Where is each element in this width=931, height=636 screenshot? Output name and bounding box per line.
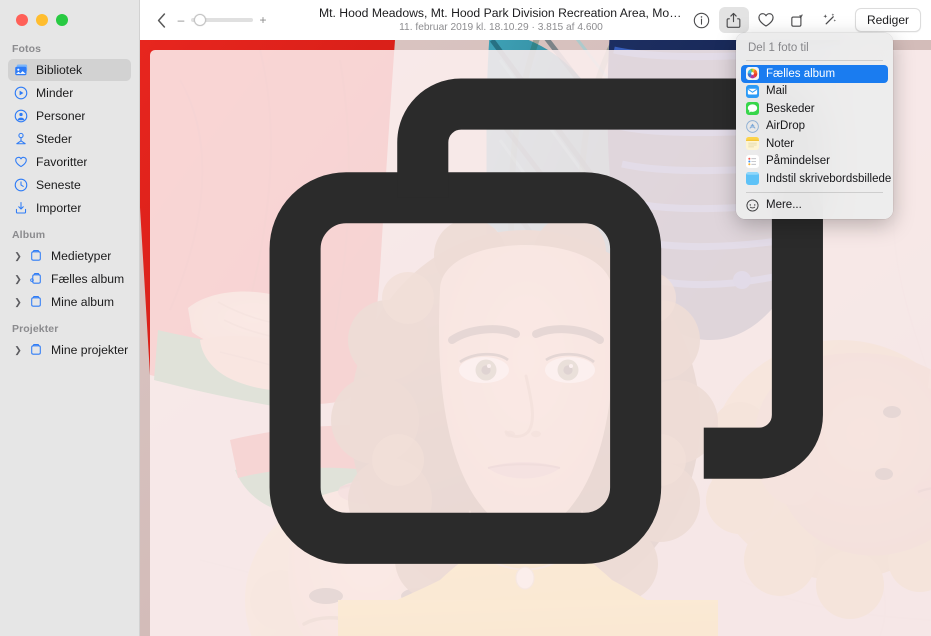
popover-divider-top [746,60,883,61]
sidebar-item-label: Seneste [36,178,81,192]
favorite-button[interactable] [751,7,781,33]
share-popover-title: Del 1 foto til [736,37,893,60]
sidebar-item-label: Fælles album [51,272,124,286]
share-item-label: AirDrop [766,120,805,132]
share-item-more[interactable]: Mere... [741,197,888,215]
toolbar-center: Mt. Hood Meadows, Mt. Hood Park Division… [315,6,687,35]
album-icon [28,248,44,264]
zoom-slider-knob[interactable] [194,14,206,26]
sidebar-item-label: Medietyper [51,249,111,263]
clock-icon [13,177,29,193]
zoom-in-button[interactable]: + [259,13,267,27]
sidebar-item-label: Mine album [51,295,114,309]
sidebar-item-faelles-album[interactable]: ❯ Fælles album [8,268,131,290]
photos-app-icon [746,67,759,80]
sidebar: Fotos Bibliotek Minder Personer Steder F… [0,0,140,636]
sidebar-item-favoritter[interactable]: Favoritter [8,151,131,173]
edit-button[interactable]: Rediger [855,8,921,32]
sidebar-item-medietyper[interactable]: ❯ Medietyper [8,245,131,267]
share-item-label: Mail [766,85,787,97]
chevron-right-icon[interactable]: ❯ [13,251,23,262]
chevron-right-icon[interactable]: ❯ [13,345,23,356]
minimize-button[interactable] [36,14,48,26]
sidebar-item-label: Bibliotek [36,63,82,77]
window-controls [0,0,139,34]
share-item-airdrop[interactable]: AirDrop [741,118,888,136]
chevron-right-icon[interactable]: ❯ [13,274,23,285]
rotate-icon [789,12,806,29]
sidebar-item-importer[interactable]: Importer [8,197,131,219]
notes-app-icon [746,137,759,150]
share-item-noter[interactable]: Noter [741,135,888,153]
sidebar-item-label: Steder [36,132,72,146]
sidebar-section-fotos-title: Fotos [0,34,139,59]
mail-app-icon [746,85,759,98]
share-popover: Del 1 foto til Fælles album Mail Beskede… [736,33,893,219]
places-pin-icon [13,131,29,147]
chevron-left-icon [157,13,166,28]
sidebar-item-label: Importer [36,201,81,215]
sidebar-item-seneste[interactable]: Seneste [8,174,131,196]
share-item-label: Indstil skrivebordsbillede [766,173,891,185]
share-item-label: Påmindelser [766,155,830,167]
reminders-app-icon [746,155,759,168]
magic-wand-icon [821,11,839,29]
shared-album-icon [28,271,44,287]
sidebar-item-steder[interactable]: Steder [8,128,131,150]
share-item-label: Fælles album [766,68,835,80]
share-item-indstil-skrivebordsbillede[interactable]: Indstil skrivebordsbillede [741,170,888,188]
share-icon [725,12,742,29]
album-icon [28,342,44,358]
toolbar-right: Rediger [687,7,931,33]
sidebar-item-mine-projekter[interactable]: ❯ Mine projekter [8,339,131,361]
messages-app-icon [746,102,759,115]
album-icon [28,294,44,310]
chevron-right-icon[interactable]: ❯ [13,297,23,308]
share-item-faelles-album[interactable]: Fælles album [741,65,888,83]
close-button[interactable] [16,14,28,26]
info-circle-icon [693,12,710,29]
sidebar-section-album-title: Album [0,220,139,245]
page-title: Mt. Hood Meadows, Mt. Hood Park Division… [319,6,683,21]
memories-icon [13,85,29,101]
more-circle-icon [746,199,759,212]
import-icon [13,200,29,216]
people-icon [13,108,29,124]
share-item-label: Beskeder [766,103,815,115]
sidebar-item-minder[interactable]: Minder [8,82,131,104]
photo-metadata: 11. februar 2019 kl. 18.10.29 · 3.815 af… [319,21,683,35]
library-icon [13,62,29,78]
share-item-mail[interactable]: Mail [741,83,888,101]
zoom-control[interactable]: – + [177,13,267,27]
sidebar-item-label: Personer [36,109,85,123]
back-button[interactable] [154,10,168,30]
rotate-button[interactable] [783,7,813,33]
toolbar-left: – + [140,10,315,30]
airdrop-icon [746,120,759,133]
heart-icon [13,154,29,170]
main-area: – + Mt. Hood Meadows, Mt. Hood Park Divi… [140,0,931,636]
share-item-beskeder[interactable]: Beskeder [741,100,888,118]
photos-window: Fotos Bibliotek Minder Personer Steder F… [0,0,931,636]
sidebar-item-label: Favoritter [36,155,87,169]
info-button[interactable] [687,7,717,33]
zoom-button[interactable] [56,14,68,26]
sidebar-section-projekter-title: Projekter [0,314,139,339]
share-item-label: Noter [766,138,794,150]
share-item-paamindelser[interactable]: Påmindelser [741,153,888,171]
share-item-label: Mere... [766,199,802,211]
sidebar-item-label: Minder [36,86,73,100]
heart-icon [757,11,775,29]
desktop-picture-icon [746,172,759,185]
sidebar-item-personer[interactable]: Personer [8,105,131,127]
enhance-button[interactable] [815,7,845,33]
zoom-slider[interactable] [191,18,253,22]
sidebar-item-label: Mine projekter [51,343,128,357]
sidebar-item-bibliotek[interactable]: Bibliotek [8,59,131,81]
sidebar-item-mine-album[interactable]: ❯ Mine album [8,291,131,313]
popover-divider-bottom [746,192,883,193]
zoom-out-button[interactable]: – [177,13,185,27]
share-button[interactable] [719,7,749,33]
